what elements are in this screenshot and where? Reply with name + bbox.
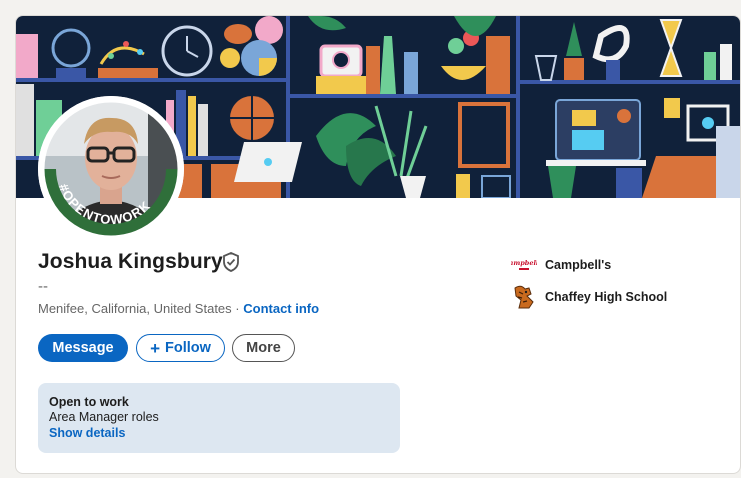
location-row: Menifee, California, United States · Con… bbox=[38, 301, 319, 316]
show-details-link[interactable]: Show details bbox=[49, 425, 389, 441]
chaffey-tiger-logo bbox=[511, 284, 537, 310]
education-item-chaffey[interactable]: Chaffey High School bbox=[511, 284, 667, 310]
open-to-work-title: Open to work bbox=[49, 395, 129, 409]
contact-info-link[interactable]: Contact info bbox=[243, 301, 319, 316]
experience-item-campbells[interactable]: Campbell's Campbell's bbox=[511, 252, 611, 278]
verified-shield-icon[interactable] bbox=[222, 252, 240, 272]
open-to-work-box: Open to work Area Manager roles Show det… bbox=[38, 383, 400, 453]
open-to-work-roles: Area Manager roles bbox=[49, 410, 159, 424]
profile-card: #OPENTOWORK Joshua Kingsbury -- Menifee,… bbox=[15, 15, 741, 474]
campbells-logo: Campbell's bbox=[511, 252, 537, 278]
profile-location: Menifee, California, United States bbox=[38, 301, 232, 316]
more-button[interactable]: More bbox=[232, 334, 295, 362]
message-button[interactable]: Message bbox=[38, 334, 128, 362]
follow-button[interactable]: + Follow bbox=[136, 334, 225, 362]
svg-text:Campbell's: Campbell's bbox=[511, 259, 537, 267]
follow-button-label: Follow bbox=[165, 340, 211, 356]
plus-icon: + bbox=[150, 338, 160, 358]
experience-name: Campbell's bbox=[545, 258, 612, 272]
profile-avatar[interactable]: #OPENTOWORK bbox=[38, 96, 184, 242]
education-name: Chaffey High School bbox=[545, 290, 668, 304]
profile-name: Joshua Kingsbury bbox=[38, 250, 223, 273]
profile-headline: -- bbox=[38, 278, 48, 295]
separator-dot: · bbox=[235, 301, 240, 316]
